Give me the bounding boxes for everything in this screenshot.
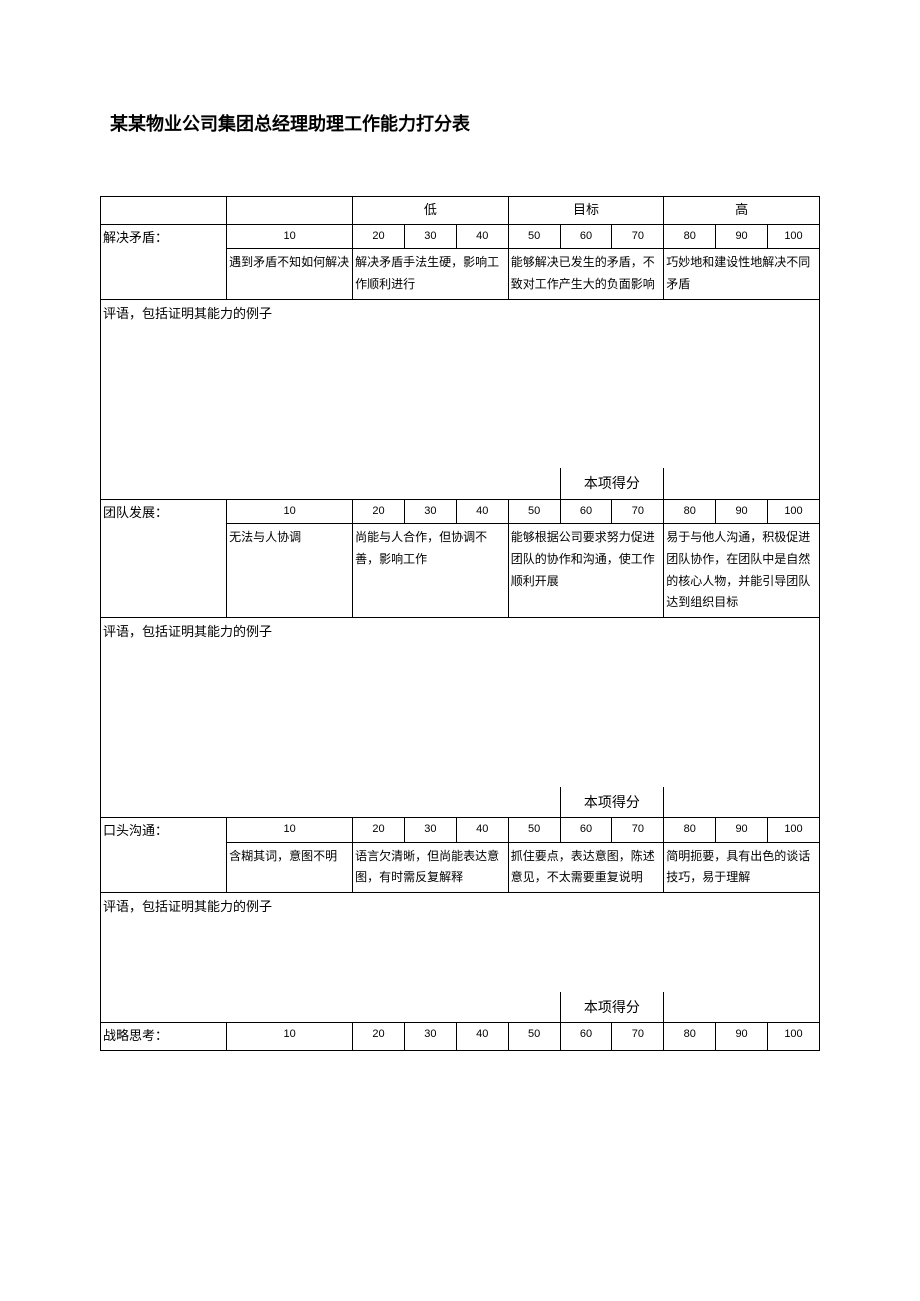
oral-d1: 含糊其词，意图不明 [227, 842, 353, 892]
team-score-label: 本项得分 [560, 787, 664, 818]
team-d4: 易于与他人沟通，积极促进团队协作，在团队中是自然的核心人物，并能引导团队达到组织… [664, 524, 820, 617]
header-row: 低 目标 高 [101, 197, 820, 225]
oral-score-label: 本项得分 [560, 992, 664, 1023]
score-10: 10 [227, 499, 353, 524]
score-40: 40 [456, 1022, 508, 1050]
score-100: 100 [768, 1022, 820, 1050]
oral-label: 口头沟通： [101, 817, 227, 892]
team-score-row: 团队发展： 10 20 30 40 50 60 70 80 90 100 [101, 499, 820, 524]
team-score-box-row: 本项得分 [101, 787, 820, 818]
score-20: 20 [353, 499, 405, 524]
conflict-d3: 能够解决已发生的矛盾，不致对工作产生大的负面影响 [508, 249, 664, 299]
score-80: 80 [664, 499, 716, 524]
score-50: 50 [508, 1022, 560, 1050]
score-80: 80 [664, 224, 716, 249]
oral-d2: 语言欠清晰，但尚能表达意图，有时需反复解释 [353, 842, 509, 892]
score-30: 30 [404, 1022, 456, 1050]
conflict-score-spacer [101, 468, 561, 499]
header-blank-1 [101, 197, 227, 225]
oral-score-box[interactable] [664, 992, 820, 1023]
score-10: 10 [227, 1022, 353, 1050]
team-comment-body[interactable] [101, 647, 820, 787]
team-d1: 无法与人协调 [227, 524, 353, 617]
score-20: 20 [353, 1022, 405, 1050]
conflict-comment-label-row: 评语，包括证明其能力的例子 [101, 299, 820, 328]
page-title: 某某物业公司集团总经理助理工作能力打分表 [100, 110, 820, 136]
score-40: 40 [456, 817, 508, 842]
score-70: 70 [612, 224, 664, 249]
score-30: 30 [404, 817, 456, 842]
header-high: 高 [664, 197, 820, 225]
team-score-spacer [101, 787, 561, 818]
score-60: 60 [560, 224, 612, 249]
score-100: 100 [768, 499, 820, 524]
score-70: 70 [612, 817, 664, 842]
conflict-comment-body-row [101, 328, 820, 468]
conflict-comment-body[interactable] [101, 328, 820, 468]
score-30: 30 [404, 499, 456, 524]
header-low: 低 [353, 197, 509, 225]
score-100: 100 [768, 817, 820, 842]
score-10: 10 [227, 817, 353, 842]
oral-comment-label-row: 评语，包括证明其能力的例子 [101, 892, 820, 921]
score-20: 20 [353, 817, 405, 842]
score-60: 60 [560, 817, 612, 842]
oral-score-box-row: 本项得分 [101, 992, 820, 1023]
score-90: 90 [716, 1022, 768, 1050]
conflict-score-box-row: 本项得分 [101, 468, 820, 499]
team-label: 团队发展： [101, 499, 227, 617]
conflict-d2: 解决矛盾手法生硬，影响工作顺利进行 [353, 249, 509, 299]
oral-d4: 简明扼要，具有出色的谈话技巧，易于理解 [664, 842, 820, 892]
score-40: 40 [456, 224, 508, 249]
score-100: 100 [768, 224, 820, 249]
score-90: 90 [716, 817, 768, 842]
strategy-label: 战略思考： [101, 1022, 227, 1050]
score-80: 80 [664, 817, 716, 842]
oral-d3: 抓住要点，表达意图，陈述意见，不太需要重复说明 [508, 842, 664, 892]
team-comment-label-row: 评语，包括证明其能力的例子 [101, 617, 820, 646]
oral-comment-label: 评语，包括证明其能力的例子 [101, 892, 820, 921]
team-comment-body-row [101, 647, 820, 787]
conflict-score-label: 本项得分 [560, 468, 664, 499]
score-70: 70 [612, 499, 664, 524]
strategy-score-row: 战略思考： 10 20 30 40 50 60 70 80 90 100 [101, 1022, 820, 1050]
conflict-score-row: 解决矛盾： 10 20 30 40 50 60 70 80 90 100 [101, 224, 820, 249]
score-70: 70 [612, 1022, 664, 1050]
score-80: 80 [664, 1022, 716, 1050]
oral-score-spacer [101, 992, 561, 1023]
scoring-table: 低 目标 高 解决矛盾： 10 20 30 40 50 60 70 80 90 … [100, 196, 820, 1051]
conflict-score-box[interactable] [664, 468, 820, 499]
header-target: 目标 [508, 197, 664, 225]
score-30: 30 [404, 224, 456, 249]
score-50: 50 [508, 817, 560, 842]
score-50: 50 [508, 224, 560, 249]
oral-score-row: 口头沟通： 10 20 30 40 50 60 70 80 90 100 [101, 817, 820, 842]
score-60: 60 [560, 499, 612, 524]
header-blank-2 [227, 197, 353, 225]
score-90: 90 [716, 499, 768, 524]
score-10: 10 [227, 224, 353, 249]
conflict-d4: 巧妙地和建设性地解决不同矛盾 [664, 249, 820, 299]
score-50: 50 [508, 499, 560, 524]
score-40: 40 [456, 499, 508, 524]
conflict-label: 解决矛盾： [101, 224, 227, 299]
team-d2: 尚能与人合作，但协调不善，影响工作 [353, 524, 509, 617]
team-d3: 能够根据公司要求努力促进团队的协作和沟通，使工作顺利开展 [508, 524, 664, 617]
conflict-comment-label: 评语，包括证明其能力的例子 [101, 299, 820, 328]
score-60: 60 [560, 1022, 612, 1050]
oral-comment-body-row [101, 922, 820, 992]
oral-comment-body[interactable] [101, 922, 820, 992]
score-20: 20 [353, 224, 405, 249]
team-score-box[interactable] [664, 787, 820, 818]
team-comment-label: 评语，包括证明其能力的例子 [101, 617, 820, 646]
conflict-d1: 遇到矛盾不知如何解决 [227, 249, 353, 299]
score-90: 90 [716, 224, 768, 249]
